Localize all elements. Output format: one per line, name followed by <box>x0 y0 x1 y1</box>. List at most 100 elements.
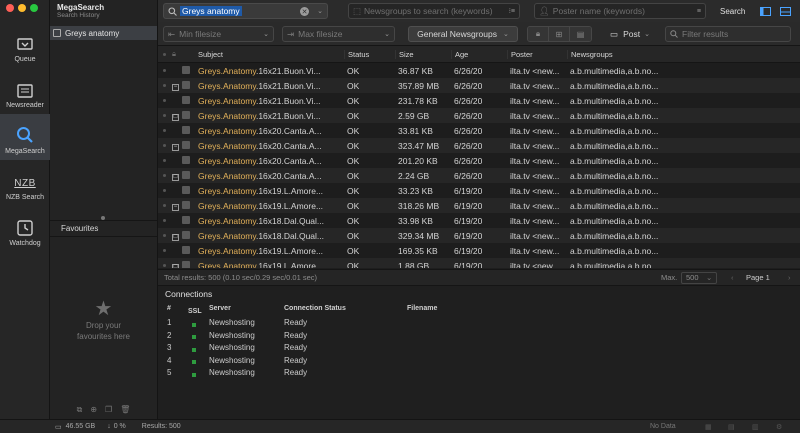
rail-item-queue[interactable]: Queue <box>0 22 50 68</box>
expand-toggle-icon[interactable]: − <box>170 200 182 211</box>
row-checkbox[interactable] <box>182 65 196 76</box>
cell-newsgroups: a.b.multimedia,a.b.no... <box>570 215 659 226</box>
layout-columns-icon[interactable] <box>760 3 771 19</box>
sidebar-view-icon[interactable]: ▥ <box>752 423 759 431</box>
minimize-window-button[interactable] <box>18 4 26 12</box>
grid-view-icon[interactable]: ▦ <box>705 423 712 431</box>
expand-toggle-icon[interactable]: □ <box>170 230 182 241</box>
table-row[interactable]: − Greys.Anatomy.16x19.L.Amore... OK 318.26 … <box>158 198 800 213</box>
post-button[interactable]: ▭ Post ⌄ <box>602 26 658 42</box>
close-window-button[interactable] <box>6 4 14 12</box>
rail-item-newsreader[interactable]: Newsreader <box>0 68 50 114</box>
connection-row[interactable]: 5 Newshosting Ready <box>158 368 800 381</box>
newsgroups-menu-icon[interactable]: ⁝≡ <box>509 7 515 15</box>
column-header-newsgroups[interactable]: Newsgroups <box>567 49 671 59</box>
search-input[interactable]: Greys anatomy ✕ ⌄ <box>163 3 328 19</box>
poster-menu-icon[interactable]: ≡ <box>697 8 701 15</box>
copy-icon[interactable]: ❐ <box>105 405 112 419</box>
row-checkbox[interactable] <box>182 170 196 181</box>
cell-status: OK <box>347 125 360 136</box>
previous-page-icon[interactable]: ‹ <box>731 273 734 282</box>
splitter-handle[interactable] <box>101 216 105 220</box>
row-checkbox[interactable] <box>182 215 196 226</box>
table-row[interactable]: □ Greys.Anatomy.16x19.L.Amore... OK 1.88 GB… <box>158 258 800 268</box>
table-row[interactable]: □ Greys.Anatomy.16x20.Canta.A... OK 2.24 GB… <box>158 168 800 183</box>
newsgroups-input[interactable]: ⬚ Newsgroups to search (keywords) ⁝≡ <box>348 3 520 19</box>
zoom-window-button[interactable] <box>30 4 38 12</box>
max-label: Max. <box>661 273 678 282</box>
row-checkbox[interactable] <box>182 200 196 211</box>
connection-row[interactable]: 4 Newshosting Ready <box>158 356 800 369</box>
max-filesize-field[interactable]: ⇥ Max filesize ⌄ <box>282 26 395 42</box>
cell-subject: Greys.Anatomy.16x20.Canta.A... <box>198 170 322 181</box>
rail-item-nzb-search[interactable]: NZB NZB Search <box>0 160 50 206</box>
table-row[interactable]: □ Greys.Anatomy.16x21.Buon.Vi... OK 2.59 GB… <box>158 108 800 123</box>
lock-icon[interactable]: 🔒︎ <box>528 27 549 41</box>
row-checkbox[interactable] <box>182 125 196 136</box>
table-row[interactable]: Greys.Anatomy.16x19.L.Amore... OK 169.35 K… <box>158 243 800 258</box>
filter-results-input[interactable]: Filter results <box>665 26 791 42</box>
row-checkbox[interactable] <box>182 230 196 241</box>
expand-toggle-icon[interactable]: − <box>170 140 182 151</box>
table-row[interactable]: Greys.Anatomy.16x20.Canta.A... OK 201.20 K… <box>158 153 800 168</box>
row-checkbox[interactable] <box>182 140 196 151</box>
expand-toggle-icon[interactable]: □ <box>170 260 182 268</box>
cell-age: 6/26/20 <box>454 110 483 121</box>
row-checkbox[interactable] <box>182 245 196 256</box>
chevron-down-icon[interactable]: ⌄ <box>706 273 712 282</box>
column-header-subject[interactable]: Subject <box>196 50 344 59</box>
poster-input[interactable]: 👤︎ Poster name (keywords) ≡ <box>534 3 706 19</box>
column-header-poster[interactable]: Poster <box>507 49 567 59</box>
table-row[interactable]: − Greys.Anatomy.16x21.Buon.Vi... OK 357.89 … <box>158 78 800 93</box>
archive-icon[interactable]: ▤ <box>570 27 591 41</box>
column-header-size[interactable]: Size <box>395 49 451 59</box>
add-item-icon[interactable]: ⊕ <box>90 405 97 419</box>
newsgroups-select[interactable]: General Newsgroups ⌄ <box>408 26 518 42</box>
row-indicator <box>158 189 170 192</box>
search-button[interactable]: Search <box>720 3 745 19</box>
connection-row[interactable]: 3 Newshosting Ready <box>158 343 800 356</box>
expand-toggle-icon[interactable]: □ <box>170 110 182 121</box>
chevron-down-icon: ⌄ <box>644 31 650 38</box>
add-folder-icon[interactable]: ⧉ <box>77 405 83 419</box>
connection-row[interactable]: 1 Newshosting Ready <box>158 318 800 331</box>
rail-item-watchdog[interactable]: Watchdog <box>0 206 50 252</box>
collapse-icon[interactable]: ⊞ <box>549 27 570 41</box>
row-checkbox[interactable] <box>182 185 196 196</box>
search-history-dropdown-icon[interactable]: ⌄ <box>317 7 323 15</box>
history-item[interactable]: Greys anatomy <box>50 26 157 40</box>
connection-number: 4 <box>167 355 172 365</box>
table-row[interactable]: Greys.Anatomy.16x21.Buon.Vi... OK 36.87 KB… <box>158 63 800 78</box>
row-checkbox[interactable] <box>182 110 196 121</box>
row-checkbox[interactable] <box>182 260 196 268</box>
expand-toggle-icon[interactable]: − <box>170 80 182 91</box>
column-header-age[interactable]: Age <box>451 49 507 59</box>
row-checkbox[interactable] <box>182 95 196 106</box>
cell-size: 2.24 GB <box>398 170 430 181</box>
trash-icon[interactable]: 🗑︎ <box>120 405 130 419</box>
clear-search-icon[interactable]: ✕ <box>300 7 309 16</box>
row-checkbox[interactable] <box>182 80 196 91</box>
post-label: Post <box>623 29 641 39</box>
cell-poster: ilta.tv <new... <box>510 155 560 166</box>
cell-age: 6/26/20 <box>454 155 483 166</box>
rail-item-megasearch[interactable]: MegaSearch <box>0 114 50 160</box>
table-row[interactable]: Greys.Anatomy.16x19.L.Amore... OK 33.23 KB… <box>158 183 800 198</box>
layout-split-icon[interactable] <box>780 3 791 19</box>
connection-row[interactable]: 2 Newshosting Ready <box>158 331 800 344</box>
row-checkbox[interactable] <box>182 155 196 166</box>
ssl-indicator-icon <box>186 368 209 381</box>
list-view-icon[interactable]: ▤ <box>728 423 735 431</box>
table-row[interactable]: Greys.Anatomy.16x20.Canta.A... OK 33.81 KB… <box>158 123 800 138</box>
table-row[interactable]: Greys.Anatomy.16x18.Dal.Qual... OK 33.98 K… <box>158 213 800 228</box>
expand-toggle-icon[interactable]: □ <box>170 170 182 181</box>
min-filesize-field[interactable]: ⇤ Min filesize ⌄ <box>163 26 274 42</box>
column-header-status[interactable]: Status <box>344 49 395 59</box>
table-row[interactable]: □ Greys.Anatomy.16x18.Dal.Qual... OK 329.34… <box>158 228 800 243</box>
table-row[interactable]: − Greys.Anatomy.16x20.Canta.A... OK 323.47 … <box>158 138 800 153</box>
settings-icon[interactable]: ⚙︎ <box>776 423 782 431</box>
search-icon <box>168 6 177 16</box>
table-row[interactable]: Greys.Anatomy.16x21.Buon.Vi... OK 231.78 K… <box>158 93 800 108</box>
next-page-icon[interactable]: › <box>788 273 791 282</box>
cell-status: OK <box>347 95 360 106</box>
